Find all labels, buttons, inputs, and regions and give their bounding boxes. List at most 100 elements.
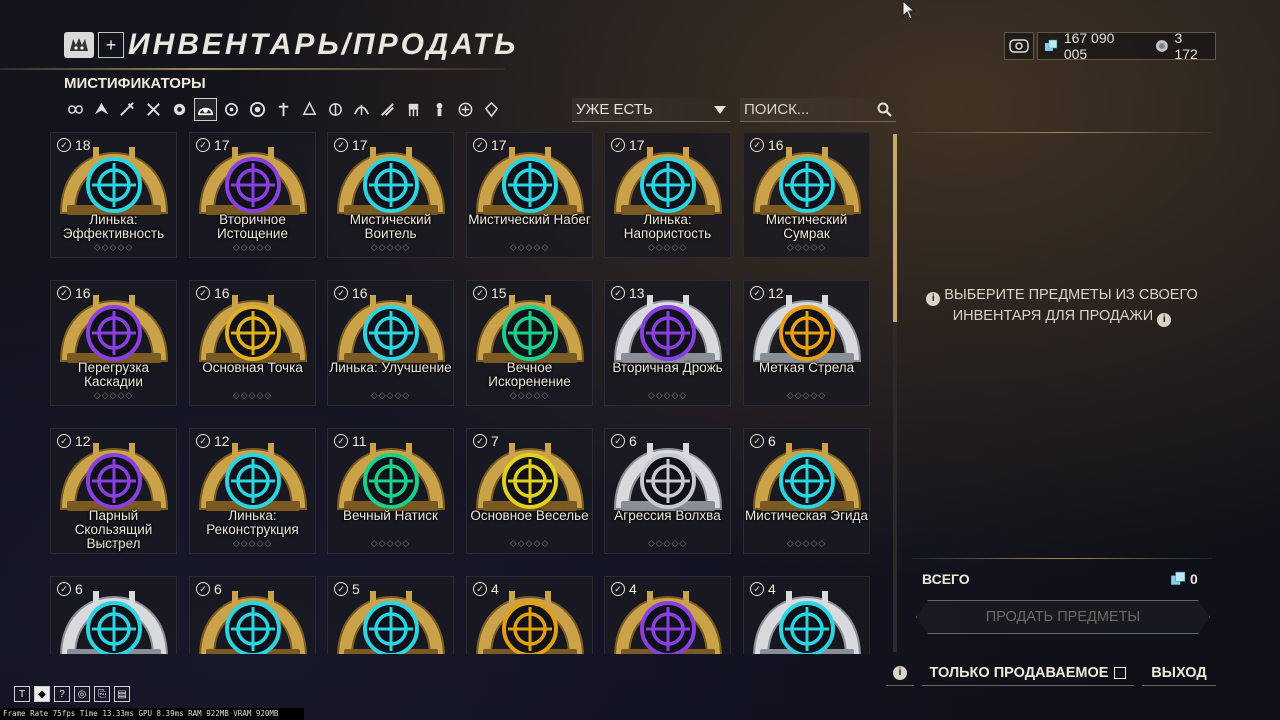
debug-tool-1-icon[interactable]: ◆ [34,686,50,702]
arcane-card[interactable]: ✓ 7 Основное Веселье ◇◇◇◇◇ [466,428,593,554]
arcane-card[interactable]: ✓ 16 Линька: Улучшение ◇◇◇◇◇ [327,280,454,406]
owned-count-badge: ✓ 17 [611,137,645,153]
owned-check-icon: ✓ [334,582,348,596]
currency-panel: 167 090 005 3 172 [1037,30,1216,62]
owned-check-icon: ✓ [196,582,210,596]
arcane-card[interactable]: ✓ 12 Меткая Стрела ◇◇◇◇◇ [743,280,870,406]
owned-check-icon: ✓ [750,434,764,448]
owned-count-badge: ✓ 16 [196,285,230,301]
owned-count-badge: ✓ 17 [473,137,507,153]
arcane-card[interactable]: ✓ 17 Мистический Набег ◇◇◇◇◇ [466,132,593,258]
filter-arcane-button[interactable] [194,98,217,121]
arcane-emblem-icon [752,443,862,511]
arcane-emblem-icon [613,147,723,215]
ownership-dropdown[interactable]: УЖЕ ЕСТЬ [572,98,730,122]
arcane-name: Линька: Напористость [623,212,712,241]
arcane-card[interactable]: ✓ 16 Мистический Сумрак ◇◇◇◇◇ [743,132,870,258]
arcane-card[interactable]: ✓ 15 Вечное Искоренение ◇◇◇◇◇ [466,280,593,406]
arcane-card[interactable]: ✓ 12 Линька: Реконструкция ◇◇◇◇◇ [189,428,316,554]
filter-misc-button[interactable] [454,98,477,121]
arcane-card[interactable]: ✓ 4 [604,576,731,654]
owned-check-icon: ✓ [750,582,764,596]
info-button[interactable]: i [886,660,914,686]
owned-check-icon: ✓ [611,434,625,448]
category-filter-bar [64,98,503,121]
arcane-card[interactable]: ✓ 16 Перегрузка Каскадии ◇◇◇◇◇ [50,280,177,406]
arcane-emblem-icon [59,295,169,363]
arcane-card[interactable]: ✓ 13 Вторичная Дрожь ◇◇◇◇◇ [604,280,731,406]
filter-warframe-button[interactable] [90,98,113,121]
owned-count-badge: ✓ 7 [473,433,499,449]
exit-button[interactable]: ВЫХОД [1142,660,1216,686]
scrollbar-thumb[interactable] [893,134,897,322]
arcane-card[interactable]: ✓ 6 [50,576,177,654]
filter-relic-button[interactable] [272,98,295,121]
filter-key-button[interactable] [428,98,451,121]
arcane-emblem-icon [753,591,861,654]
debug-tool-5-icon[interactable]: ▤ [114,686,130,702]
owned-count: 6 [75,581,83,597]
arcane-card[interactable]: ✓ 11 Вечный Натиск ◇◇◇◇◇ [327,428,454,554]
arcane-emblem-icon [475,443,585,511]
arcane-card[interactable]: ✓ 16 Основная Точка ◇◇◇◇◇ [189,280,316,406]
owned-count-badge: ✓ 11 [334,433,367,449]
filter-resource-button[interactable] [376,98,399,121]
owned-count-badge: ✓ 6 [611,433,637,449]
add-button[interactable]: + [98,32,124,58]
search-box[interactable] [740,98,896,122]
debug-tool-4-icon[interactable]: ⎘ [94,686,110,702]
filter-secondary-button[interactable] [142,98,165,121]
owned-count-badge: ✓ 6 [57,581,83,597]
sell-items-button[interactable]: ПРОДАТЬ ПРЕДМЕТЫ [916,600,1210,634]
owned-count-badge: ✓ 12 [196,433,230,449]
filter-sigil-button[interactable] [480,98,503,121]
arcane-name: Мистический Воитель [349,212,432,241]
credits-icon [1171,571,1186,585]
arcane-card[interactable]: ✓ 17 Мистический Воитель ◇◇◇◇◇ [327,132,454,258]
arcane-name: Вечное Искоренение [488,360,571,389]
filter-gear-button[interactable] [298,98,321,121]
filter-archwing-button[interactable] [350,98,373,121]
filter-primary-button[interactable] [116,98,139,121]
filter-mod-button[interactable] [246,98,269,121]
only-sellable-checkbox[interactable] [1114,666,1127,679]
sell-hint: i ВЫБЕРИТЕ ПРЕДМЕТЫ ИЗ СВОЕГО ИНВЕНТАРЯ … [912,285,1212,327]
currency-toggle-button[interactable] [1004,32,1034,60]
owned-check-icon: ✓ [611,286,625,300]
owned-count: 15 [491,285,507,301]
filter-all-button[interactable] [64,98,87,121]
arcane-card[interactable]: ✓ 4 [466,576,593,654]
owned-check-icon: ✓ [334,286,348,300]
owned-count-badge: ✓ 16 [334,285,368,301]
owned-count: 5 [352,581,360,597]
arcane-card[interactable]: ✓ 18 Линька: Эффективность ◇◇◇◇◇ [50,132,177,258]
arcane-card[interactable]: ✓ 6 Мистическая Эгида ◇◇◇◇◇ [743,428,870,554]
rank-diamonds: ◇◇◇◇◇ [93,242,134,252]
only-sellable-toggle[interactable]: ТОЛЬКО ПРОДАВАЕМОЕ [922,660,1134,686]
arcane-card[interactable]: ✓ 6 [189,576,316,654]
debug-tool-0-icon[interactable]: T [14,686,30,702]
arcane-emblem-icon [613,295,723,363]
search-icon[interactable] [877,102,892,117]
debug-tool-3-icon[interactable]: ◎ [74,686,90,702]
profile-glyph-icon[interactable] [64,32,94,58]
ownership-dropdown-value: УЖЕ ЕСТЬ [576,101,653,118]
arcane-card[interactable]: ✓ 12 Парный Скользящий Выстрел ◇◇◇◇◇ [50,428,177,554]
arcane-card[interactable]: ✓ 6 Агрессия Волхва ◇◇◇◇◇ [604,428,731,554]
debug-tool-2-icon[interactable]: ? [54,686,70,702]
arcane-card[interactable]: ✓ 17 Линька: Напористость ◇◇◇◇◇ [604,132,731,258]
filter-melee-button[interactable] [168,98,191,121]
filter-sentinel-button[interactable] [324,98,347,121]
arcane-card[interactable]: ✓ 5 [327,576,454,654]
arcane-card[interactable]: ✓ 4 [743,576,870,654]
search-input[interactable] [744,101,864,118]
arcane-card[interactable]: ✓ 17 Вторичное Истощение ◇◇◇◇◇ [189,132,316,258]
mouse-cursor-icon [902,0,916,20]
platinum-icon [1155,40,1168,52]
filter-fish-button[interactable] [402,98,425,121]
owned-check-icon: ✓ [57,138,71,152]
info-icon: i [1157,313,1172,327]
owned-count-badge: ✓ 16 [57,285,91,301]
owned-count: 4 [491,581,499,597]
filter-companion-button[interactable] [220,98,243,121]
